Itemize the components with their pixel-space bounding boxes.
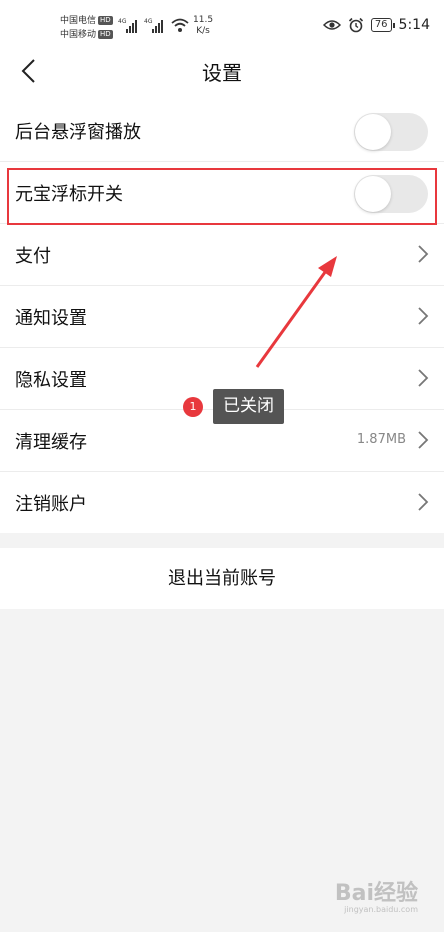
toggle-knob (355, 176, 391, 212)
page-title: 设置 (202, 61, 242, 85)
alarm-icon (348, 17, 363, 33)
chevron-right-icon (418, 493, 429, 511)
clock-time: 5:14 (398, 17, 430, 33)
setting-row-bg-float-play: 后台悬浮窗播放 (0, 100, 444, 162)
setting-label: 通知设置 (15, 308, 87, 329)
svg-text:4G: 4G (144, 18, 153, 25)
network-speed: 11.5 K/s (193, 15, 213, 37)
chevron-right-icon (418, 245, 429, 263)
speed-value: 11.5 (193, 15, 214, 25)
setting-label: 支付 (15, 246, 51, 267)
setting-row-yuanbao-float: 元宝浮标开关 (0, 162, 444, 224)
signal-icon: 4G (118, 18, 137, 33)
status-right: 76 5:14 (322, 14, 430, 36)
speed-unit: K/s (196, 26, 210, 36)
battery-icon: 76 (370, 18, 395, 32)
annotation-badge: 1 (183, 397, 203, 417)
page-header: 设置 (0, 42, 444, 100)
setting-label: 注销账户 (15, 494, 87, 515)
carrier-info: 中国电信 HD 中国移动 HD (60, 14, 113, 42)
bg-float-play-toggle[interactable] (354, 113, 428, 151)
watermark-main: Bai经验 (334, 881, 418, 906)
carrier-1-label: 中国电信 (60, 16, 97, 26)
watermark-sub: jingyan.baidu.com (344, 905, 418, 914)
chevron-right-icon (418, 369, 429, 387)
setting-label: 后台悬浮窗播放 (15, 122, 141, 143)
cache-size-value: 1.87MB (356, 432, 406, 447)
setting-label: 清理缓存 (15, 432, 87, 453)
settings-list: 后台悬浮窗播放 元宝浮标开关 支付 通知设置 隐私设置 清理缓存 1.87MB … (0, 100, 444, 533)
setting-row-payment[interactable]: 支付 (0, 224, 444, 286)
status-bar: 中国电信 HD 中国移动 HD 4G 4G 11.5 K/s 76 5:14 (0, 0, 444, 42)
toggle-knob (355, 114, 391, 150)
hd-badge: HD (98, 16, 113, 25)
watermark: Bai经验 jingyan.baidu.com (335, 875, 418, 914)
chevron-right-icon (418, 431, 429, 449)
setting-row-delete-account[interactable]: 注销账户 (0, 472, 444, 533)
chevron-right-icon (418, 307, 429, 325)
yuanbao-float-toggle[interactable] (354, 175, 428, 213)
logout-button[interactable]: 退出当前账号 (0, 548, 444, 609)
setting-label: 隐私设置 (15, 370, 87, 391)
annotation-tooltip: 已关闭 (213, 389, 284, 424)
hd-badge: HD (98, 30, 113, 39)
signal-icon: 4G (144, 18, 163, 33)
setting-row-notification[interactable]: 通知设置 (0, 286, 444, 348)
wifi-icon (171, 18, 189, 32)
setting-label: 元宝浮标开关 (15, 184, 123, 205)
eye-icon (322, 20, 341, 30)
carrier-2-label: 中国移动 (60, 30, 97, 40)
svg-text:4G: 4G (118, 18, 127, 25)
